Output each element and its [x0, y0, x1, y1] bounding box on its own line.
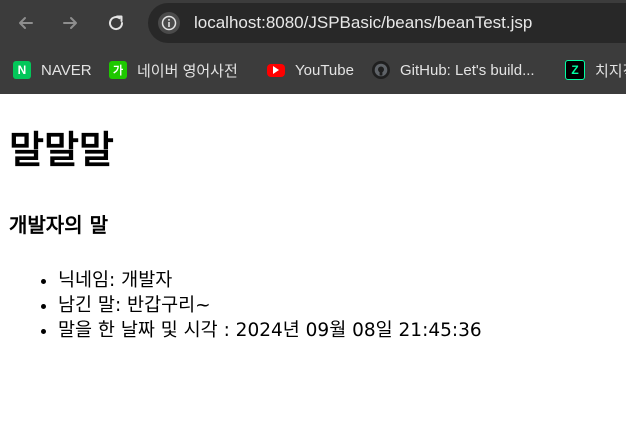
- bookmark-chzzk[interactable]: Z 치지직: [565, 59, 626, 81]
- naver-dictionary-icon: 가: [109, 61, 127, 79]
- browser-toolbar: localhost:8080/JSPBasic/beans/beanTest.j…: [0, 0, 626, 46]
- youtube-icon: [267, 63, 285, 77]
- bookmark-label: GitHub: Let's build...: [400, 61, 535, 79]
- info-list: 닉네임: 개발자 남긴 말: 반갑구리~ 말을 한 날짜 및 시각 : 2024…: [0, 268, 482, 343]
- reload-button[interactable]: [102, 9, 130, 37]
- reload-icon: [109, 15, 124, 31]
- bookmark-label: 치지직: [595, 62, 626, 80]
- forward-button[interactable]: [56, 9, 84, 37]
- address-bar[interactable]: localhost:8080/JSPBasic/beans/beanTest.j…: [148, 3, 626, 43]
- bookmark-label: NAVER: [41, 61, 92, 79]
- url-text[interactable]: localhost:8080/JSPBasic/beans/beanTest.j…: [194, 13, 532, 33]
- section-heading: 개발자의 말: [9, 213, 108, 237]
- back-arrow-icon: [19, 17, 33, 29]
- forward-arrow-icon: [63, 17, 77, 29]
- page-content: 말말말 개발자의 말 닉네임: 개발자 남긴 말: 반갑구리~ 말을 한 날짜 …: [0, 94, 626, 443]
- bookmark-github[interactable]: GitHub: Let's build...: [372, 59, 535, 81]
- bookmark-label: 네이버 영어사전: [137, 62, 238, 80]
- github-icon: [372, 61, 390, 79]
- bookmark-naver[interactable]: N NAVER: [13, 59, 92, 81]
- list-item-message: 남긴 말: 반갑구리~: [58, 293, 482, 318]
- page-title: 말말말: [9, 128, 114, 172]
- chzzk-icon: Z: [565, 60, 585, 80]
- browser-chrome: localhost:8080/JSPBasic/beans/beanTest.j…: [0, 0, 626, 94]
- bookmark-naver-dictionary[interactable]: 가 네이버 영어사전: [109, 59, 238, 81]
- back-button[interactable]: [12, 9, 40, 37]
- bookmark-youtube[interactable]: YouTube: [267, 59, 354, 81]
- list-item-nickname: 닉네임: 개발자: [58, 268, 482, 293]
- site-info-icon[interactable]: [158, 12, 180, 34]
- bookmarks-bar: N NAVER 가 네이버 영어사전 YouTube GitHub: Let's…: [0, 52, 626, 88]
- list-item-datetime: 말을 한 날짜 및 시각 : 2024년 09월 08일 21:45:36: [58, 318, 482, 343]
- naver-icon: N: [13, 61, 31, 79]
- bookmark-label: YouTube: [295, 61, 354, 79]
